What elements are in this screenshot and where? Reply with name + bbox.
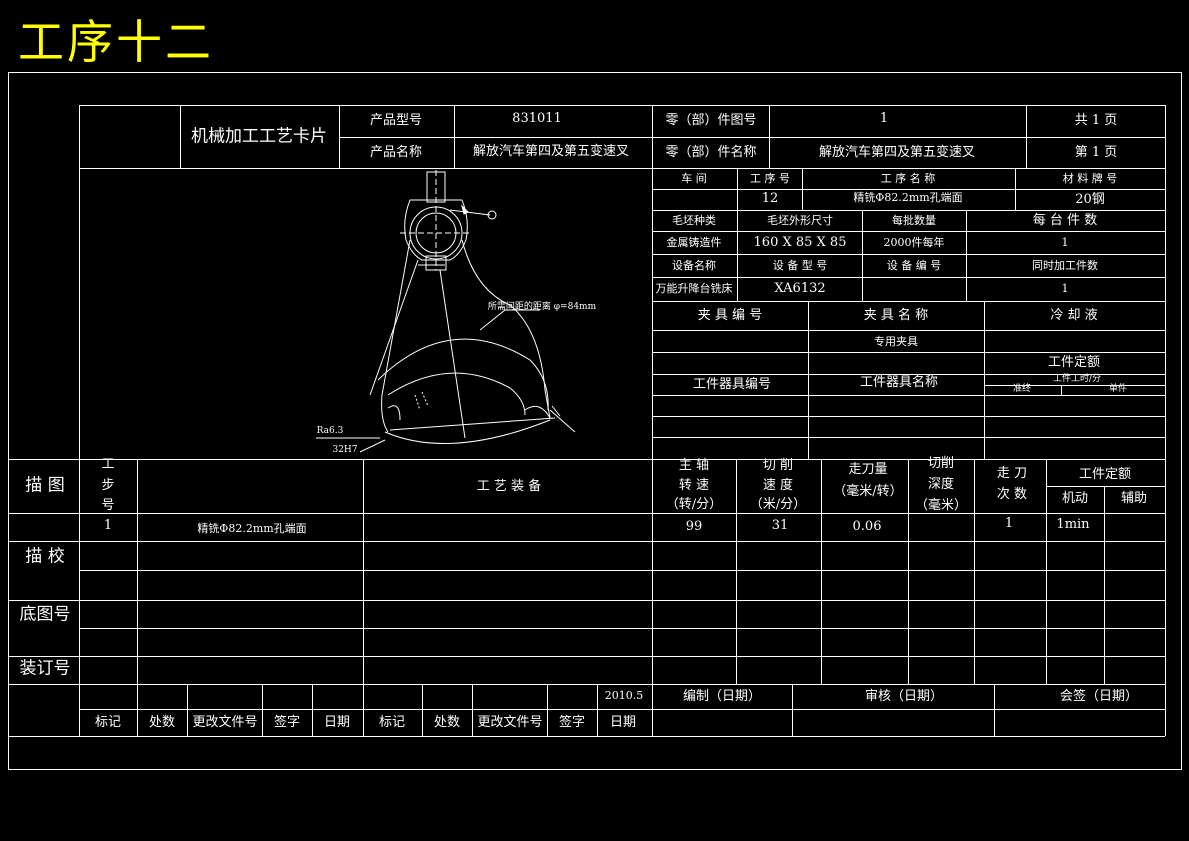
part-drawing-no-value: 1 xyxy=(879,110,889,126)
equipment-model-label: 设 备 型 号 xyxy=(772,258,828,272)
mark-label-1: 标记 xyxy=(94,714,122,730)
tool-no-label: 工件器具编号 xyxy=(692,376,772,392)
step-label-3: 号 xyxy=(101,497,115,513)
material-label: 材 料 牌 号 xyxy=(1062,171,1118,185)
batch-qty-value: 2000件每年 xyxy=(883,235,945,249)
equipment-model-value: XA6132 xyxy=(774,280,826,296)
sign-label-1: 签字 xyxy=(273,714,301,730)
depth-label-3: （毫米） xyxy=(914,497,968,513)
blank-type-label: 毛坯种类 xyxy=(672,213,716,227)
drawing-label-b: 32H7 xyxy=(332,445,358,456)
process-name-label: 工 序 名 称 xyxy=(880,171,936,185)
equipment-no-label: 设 备 编 号 xyxy=(886,258,942,272)
per-unit-qty-label: 每 台 件 数 xyxy=(1032,212,1098,228)
simultaneous-label: 同时加工件数 xyxy=(1032,258,1098,272)
doc-no-label-2: 更改文件号 xyxy=(477,714,543,730)
part-drawing-no-label: 零（部）件图号 xyxy=(665,112,757,128)
material-value: 20钢 xyxy=(1075,191,1105,207)
date-label-2: 日期 xyxy=(609,714,637,730)
passes-label-2: 次 数 xyxy=(996,486,1028,502)
feed-label-2: （毫米/转） xyxy=(833,483,903,499)
single-label: 单件 xyxy=(1108,384,1128,395)
process-no-label: 工 序 号 xyxy=(750,171,790,185)
tool-name-label: 工件器具名称 xyxy=(859,374,939,390)
product-model-label: 产品型号 xyxy=(369,112,423,128)
step-label-1: 工 xyxy=(101,456,115,472)
blank-size-value: 160 X 85 X 85 xyxy=(753,234,847,250)
process-name-value: 精铣Φ82.2mm孔端面 xyxy=(853,190,963,204)
depth-label-1: 切削 xyxy=(927,455,955,471)
spindle-speed-label-1: 主 轴 xyxy=(678,457,710,473)
side-label-drawing: 描 图 xyxy=(25,475,65,496)
workshop-label: 车 间 xyxy=(681,171,707,185)
date-label-1: 日期 xyxy=(323,714,351,730)
fixture-name-value: 专用夹具 xyxy=(874,334,918,348)
feed-label-1: 走刀量 xyxy=(848,461,888,477)
count-label-1: 处数 xyxy=(148,714,176,730)
product-name-label: 产品名称 xyxy=(369,144,423,160)
simultaneous-value: 1 xyxy=(1061,281,1069,295)
part-drawing xyxy=(316,170,576,453)
drawing-label-a: Ra6.3 xyxy=(316,426,344,437)
row1-content: 精铣Φ82.2mm孔端面 xyxy=(197,521,307,535)
time-quota-label: 工件定额 xyxy=(1047,354,1101,370)
reviewed-label: 审核（日期） xyxy=(864,688,944,704)
blank-type-value: 金属铸造件 xyxy=(666,235,722,249)
drawing-note: 所需间距的距离 φ=84mm xyxy=(487,302,597,313)
machine-time-header: 机动 xyxy=(1061,490,1089,506)
fixture-name-label: 夹 具 名 称 xyxy=(863,307,929,323)
aux-time-header: 辅助 xyxy=(1120,490,1148,506)
side-label-binding-no: 装订号 xyxy=(19,658,71,679)
equipment-header: 工 艺 装 备 xyxy=(476,478,542,494)
page-no-label: 第 1 页 xyxy=(1074,144,1118,160)
date-value: 2010.5 xyxy=(604,688,644,702)
fixture-no-label: 夹 具 编 号 xyxy=(697,307,763,323)
equipment-name-label: 设备名称 xyxy=(672,258,716,272)
passes-label-1: 走 刀 xyxy=(996,465,1028,481)
blank-size-label: 毛坯外形尺寸 xyxy=(767,213,833,227)
coolant-label: 冷 却 液 xyxy=(1050,307,1098,323)
side-label-base-no: 底图号 xyxy=(19,604,71,625)
side-label-check: 描 校 xyxy=(25,546,65,567)
batch-qty-label: 每批数量 xyxy=(892,213,936,227)
doc-no-label-1: 更改文件号 xyxy=(192,714,258,730)
cutting-speed-label-2: 速 度 xyxy=(762,477,794,493)
prep-label: 准终 xyxy=(1012,384,1032,395)
time-quota-header: 工件定额 xyxy=(1078,466,1132,482)
depth-label-2: 深度 xyxy=(927,476,955,492)
equipment-name-value: 万能升降台铣床 xyxy=(655,281,733,295)
process-no-value: 12 xyxy=(761,190,779,206)
row1-machine-time: 1min xyxy=(1056,516,1090,532)
product-model-value: 831011 xyxy=(512,110,562,126)
sign-label-2: 签字 xyxy=(558,714,586,730)
step-label-2: 步 xyxy=(101,477,115,493)
card-title: 机械加工工艺卡片 xyxy=(191,126,327,147)
row1-step: 1 xyxy=(103,517,113,533)
compiled-label: 编制（日期） xyxy=(682,688,762,704)
part-name-value: 解放汽车第四及第五变速叉 xyxy=(818,144,976,160)
time-unit-label: 工件工时/分 xyxy=(1052,374,1102,385)
spindle-speed-label-3: （转/分） xyxy=(665,496,723,512)
cutting-speed-label-1: 切 削 xyxy=(762,457,794,473)
total-pages-label: 共 1 页 xyxy=(1074,112,1118,128)
cutting-speed-label-3: （米/分） xyxy=(749,496,807,512)
spindle-speed-label-2: 转 速 xyxy=(678,477,710,493)
row1-passes: 1 xyxy=(1004,515,1014,531)
part-name-label: 零（部）件名称 xyxy=(665,144,757,160)
product-name-value: 解放汽车第四及第五变速叉 xyxy=(472,143,630,159)
row1-feed: 0.06 xyxy=(852,518,882,534)
per-unit-qty-value: 1 xyxy=(1061,235,1069,249)
row1-spindle: 99 xyxy=(685,518,703,534)
count-label-2: 处数 xyxy=(433,714,461,730)
row1-cut-speed: 31 xyxy=(771,517,789,533)
mark-label-2: 标记 xyxy=(378,714,406,730)
page-heading: 工序十二 xyxy=(18,15,214,69)
countersign-label: 会签（日期） xyxy=(1059,688,1139,704)
